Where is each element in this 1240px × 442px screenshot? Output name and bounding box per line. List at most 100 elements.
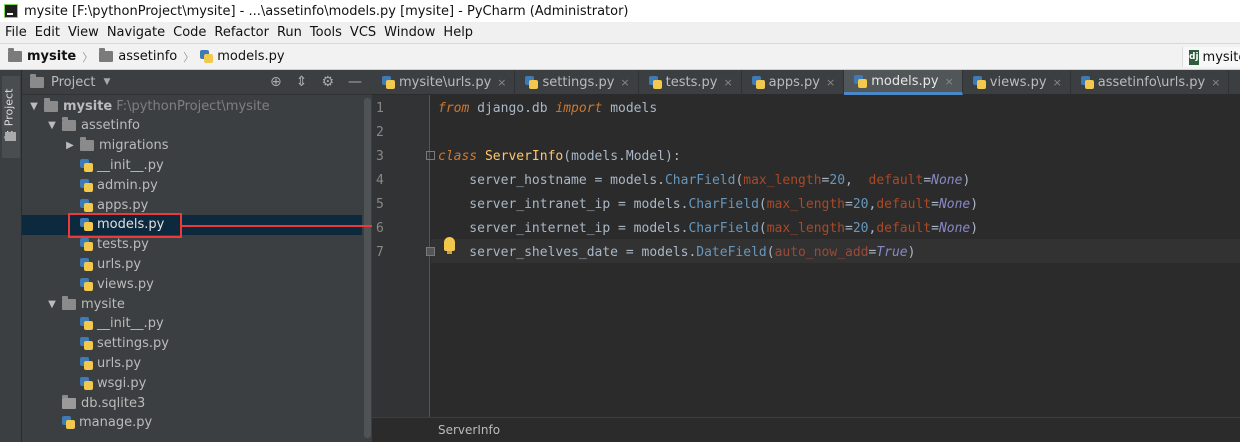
tree-item-label: tests.py xyxy=(97,237,149,253)
tree-item-label: urls.py xyxy=(97,256,142,272)
nav-crumb-label: models.py xyxy=(217,49,285,64)
tree-item[interactable]: apps.py xyxy=(22,195,362,215)
python-file-icon xyxy=(80,257,93,271)
tree-item[interactable]: views.py xyxy=(22,274,362,294)
menu-window[interactable]: Window xyxy=(384,25,435,40)
tree-item-label: mysite xyxy=(63,98,113,114)
line-number: 5 xyxy=(376,197,384,212)
editor-tab[interactable]: tests.py × xyxy=(639,70,742,95)
expand-right-icon[interactable]: ▶ xyxy=(64,140,76,151)
close-icon[interactable]: × xyxy=(620,76,629,89)
chevron-down-icon[interactable]: ▼ xyxy=(103,77,110,87)
tree-item[interactable]: ▼ mysite F:\pythonProject\mysite xyxy=(22,96,362,116)
nav-crumb-file[interactable]: models.py xyxy=(200,49,285,64)
menu-tools[interactable]: Tools xyxy=(310,25,342,40)
code-line[interactable]: class ServerInfo(models.Model): xyxy=(438,145,681,169)
menu-bar: File Edit View Navigate Code Refactor Ru… xyxy=(0,22,1240,44)
python-file-icon xyxy=(972,76,986,89)
project-toolbar: ⊕ ⇕ ⚙ — xyxy=(270,74,362,90)
editor-tab[interactable]: views.py × xyxy=(963,70,1071,95)
tree-item-label: db.sqlite3 xyxy=(81,395,146,411)
nav-crumb-project[interactable]: mysite xyxy=(8,48,76,64)
fold-icon[interactable] xyxy=(426,151,435,160)
code-token: models xyxy=(602,101,658,116)
tree-item[interactable]: ▼ mysite xyxy=(22,294,362,314)
gear-icon[interactable]: ⚙ xyxy=(321,74,334,90)
fold-end-icon[interactable] xyxy=(426,247,435,256)
close-icon[interactable]: × xyxy=(826,76,835,89)
line-number: 2 xyxy=(376,125,384,140)
project-view-selector[interactable]: Project xyxy=(51,75,95,90)
code-line[interactable]: server_hostname = models.CharField(max_l… xyxy=(438,169,970,193)
code-editor[interactable]: 1 2 3 4 5 6 7 from django.db import models clas… xyxy=(372,95,1240,442)
menu-view[interactable]: View xyxy=(68,25,99,40)
hide-icon[interactable]: — xyxy=(348,74,362,90)
tree-item[interactable]: urls.py xyxy=(22,353,362,373)
editor-tab[interactable]: models.py × xyxy=(844,70,963,95)
tree-item[interactable]: wsgi.py xyxy=(22,373,362,393)
close-icon[interactable]: × xyxy=(1053,76,1062,89)
tree-item[interactable]: __init__.py xyxy=(22,155,362,175)
expand-down-icon[interactable]: ▼ xyxy=(46,120,58,131)
folder-icon xyxy=(62,117,76,132)
tree-item-label: __init__.py xyxy=(97,316,164,332)
menu-run[interactable]: Run xyxy=(277,25,302,40)
code-token: ) xyxy=(962,173,971,188)
menu-help[interactable]: Help xyxy=(443,25,473,40)
code-token: class xyxy=(438,149,478,164)
python-file-icon xyxy=(80,337,93,351)
tree-item-label: views.py xyxy=(97,276,154,292)
menu-vcs[interactable]: VCS xyxy=(350,25,376,40)
code-token: ) xyxy=(970,221,979,236)
close-icon[interactable]: × xyxy=(497,76,506,89)
tree-item[interactable]: manage.py xyxy=(22,413,362,433)
code-line[interactable]: server_intranet_ip = models.CharField(ma… xyxy=(438,193,978,217)
editor-tab-label: views.py xyxy=(989,75,1047,90)
menu-code[interactable]: Code xyxy=(173,25,206,40)
expand-down-icon[interactable]: ▼ xyxy=(28,101,40,112)
menu-file[interactable]: File xyxy=(5,25,27,40)
code-token: 20 xyxy=(852,197,869,212)
code-token: from xyxy=(438,101,470,116)
code-line[interactable]: server_internet_ip = models.CharField(ma… xyxy=(438,217,978,241)
expand-down-icon[interactable]: ▼ xyxy=(46,299,58,310)
nav-crumb-folder[interactable]: assetinfo xyxy=(99,48,177,64)
code-token: import xyxy=(555,101,603,116)
tree-item[interactable]: db.sqlite3 xyxy=(22,393,362,413)
editor-tab[interactable]: assetinfo\urls.py × xyxy=(1071,70,1230,95)
run-config-selector[interactable]: dj mysite xyxy=(1182,47,1240,67)
python-file-icon xyxy=(80,198,93,212)
editor-tab[interactable]: settings.py × xyxy=(515,70,639,95)
close-icon[interactable]: × xyxy=(945,75,954,88)
python-file-icon xyxy=(80,277,93,291)
code-line[interactable]: server_shelves_date = models.DateField(a… xyxy=(438,241,915,265)
tree-item[interactable]: admin.py xyxy=(22,175,362,195)
tree-item[interactable]: settings.py xyxy=(22,334,362,354)
collapse-all-icon[interactable]: ⇕ xyxy=(296,74,308,90)
code-token: default xyxy=(876,197,932,212)
code-token: CharField xyxy=(688,197,759,212)
locate-icon[interactable]: ⊕ xyxy=(270,74,282,90)
editor-breadcrumb-class[interactable]: ServerInfo xyxy=(438,423,500,437)
project-scrollbar[interactable] xyxy=(364,98,371,438)
tree-item[interactable]: ▼ assetinfo xyxy=(22,116,362,136)
close-icon[interactable]: × xyxy=(1211,76,1220,89)
project-tool-tab[interactable]: 1: Project xyxy=(2,76,20,158)
tree-item[interactable]: __init__.py xyxy=(22,314,362,334)
tree-item[interactable]: urls.py xyxy=(22,254,362,274)
code-token: server_shelves_date = models. xyxy=(438,245,697,260)
editor-breadcrumb-bar: ServerInfo xyxy=(372,417,1240,442)
close-icon[interactable]: × xyxy=(723,76,732,89)
editor-tab[interactable]: apps.py × xyxy=(742,70,845,95)
tree-item-label: settings.py xyxy=(97,336,169,352)
menu-refactor[interactable]: Refactor xyxy=(214,25,269,40)
menu-navigate[interactable]: Navigate xyxy=(107,25,165,40)
editor-tab[interactable]: mysite\urls.py × xyxy=(372,70,516,95)
line-number: 4 xyxy=(376,173,384,188)
line-number: 1 xyxy=(376,101,384,116)
editor-tabs: mysite\urls.py × settings.py × tests.py × apps… xyxy=(372,70,1240,95)
python-file-icon xyxy=(80,178,93,192)
tree-item[interactable]: ▶ migrations xyxy=(22,136,362,156)
code-line[interactable]: from django.db import models xyxy=(438,97,657,121)
menu-edit[interactable]: Edit xyxy=(35,25,60,40)
